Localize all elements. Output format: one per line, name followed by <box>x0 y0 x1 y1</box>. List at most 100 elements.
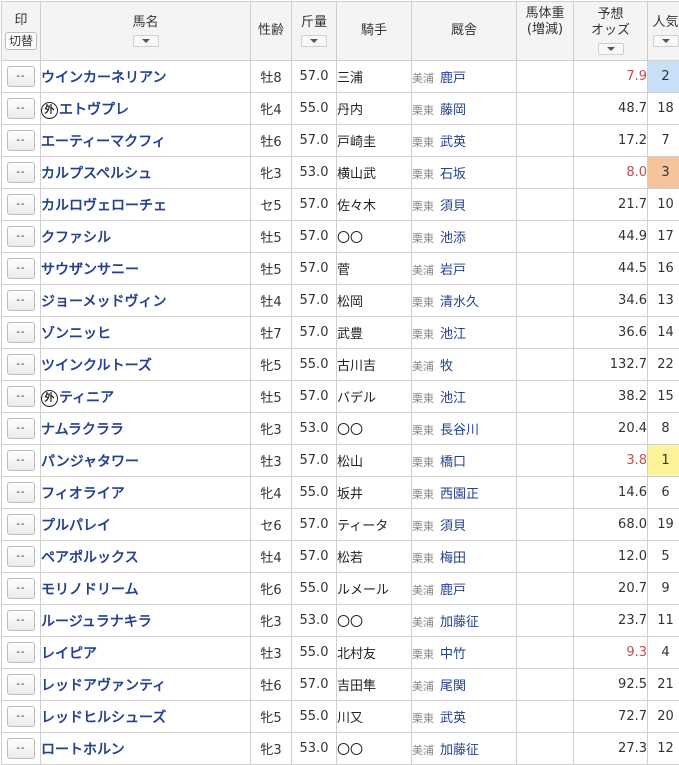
horse-name-link[interactable]: レッドアヴァンティ <box>41 678 166 694</box>
mark-select-button[interactable]: -- <box>7 354 35 375</box>
stable-region: 栗東 <box>412 232 434 245</box>
odds-cell: 38.2 <box>574 381 648 413</box>
jockey-cell: 丹内 <box>337 93 412 125</box>
mark-select-button[interactable]: -- <box>7 418 35 439</box>
table-row: --外ティニア牡557.0バデル栗東池江38.215 <box>2 381 679 413</box>
table-row: --外エトヴプレ牝455.0丹内栗東藤岡48.718 <box>2 93 679 125</box>
horse-name-link[interactable]: プルパレイ <box>41 518 111 534</box>
stable-region: 栗東 <box>412 456 434 469</box>
horse-name-link[interactable]: クファシル <box>41 230 111 246</box>
sexage-cell: 牝3 <box>251 605 292 637</box>
stable-cell: 美浦牧 <box>412 349 517 381</box>
mark-select-button[interactable]: -- <box>7 578 35 599</box>
mark-select-button[interactable]: -- <box>7 642 35 663</box>
horse-name-cell: レッドアヴァンティ <box>41 669 251 701</box>
horse-name-link[interactable]: カルロヴェローチェ <box>41 198 167 214</box>
horse-name-cell: レイピア <box>41 637 251 669</box>
stable-region: 美浦 <box>412 72 434 85</box>
stable-region: 美浦 <box>412 616 434 629</box>
mark-select-button[interactable]: -- <box>7 450 35 471</box>
mark-select-button[interactable]: -- <box>7 610 35 631</box>
mark-header-label: 印 <box>14 13 27 29</box>
jockey-cell: 菅 <box>337 253 412 285</box>
horse-name-cell: ナムラクララ <box>41 413 251 445</box>
mark-select-button[interactable]: -- <box>7 706 35 727</box>
weight-sort-chevron-down-icon[interactable] <box>301 35 327 47</box>
stable-region: 美浦 <box>412 264 434 277</box>
horse-name-cell: ロートホルン <box>41 733 251 765</box>
sexage-cell: 牡8 <box>251 61 292 93</box>
horse-name-cell: ウインカーネリアン <box>41 61 251 93</box>
mark-select-button[interactable]: -- <box>7 514 35 535</box>
stable-cell: 栗東石坂 <box>412 157 517 189</box>
jockey-cell: バデル <box>337 381 412 413</box>
horse-name-link[interactable]: レイピア <box>41 646 97 662</box>
jockey-cell: 横山武 <box>337 157 412 189</box>
stable-cell: 美浦加藤征 <box>412 733 517 765</box>
mark-select-button[interactable]: -- <box>7 130 35 151</box>
mark-cell: -- <box>2 381 41 413</box>
popularity-cell: 21 <box>648 669 679 701</box>
mark-cell: -- <box>2 509 41 541</box>
horse-name-link[interactable]: フィオライア <box>41 486 125 502</box>
trainer-name: 清水久 <box>440 295 479 310</box>
jockey-name: ティータ <box>337 519 388 534</box>
stable-region: 栗東 <box>412 296 434 309</box>
popularity-cell: 16 <box>648 253 679 285</box>
mark-cell: -- <box>2 701 41 733</box>
jockey-column-header: 騎手 <box>337 2 412 61</box>
horse-name-link[interactable]: サウザンサニー <box>41 262 139 278</box>
mark-select-button[interactable]: -- <box>7 162 35 183</box>
sexage-cell: 牡6 <box>251 125 292 157</box>
mark-select-button[interactable]: -- <box>7 546 35 567</box>
name-sort-chevron-down-icon[interactable] <box>133 35 159 47</box>
mark-select-button[interactable]: -- <box>7 290 35 311</box>
sexage-cell: 牝5 <box>251 701 292 733</box>
horse-name-link[interactable]: ツインクルトーズ <box>41 358 152 374</box>
odds-cell: 12.0 <box>574 541 648 573</box>
horse-name-link[interactable]: ゾンニッヒ <box>41 326 111 342</box>
horse-name-link[interactable]: ルージュラナキラ <box>41 614 152 630</box>
horse-name-link[interactable]: カルプスペルシュ <box>41 166 152 182</box>
stable-region: 栗東 <box>412 520 434 533</box>
mark-select-button[interactable]: -- <box>7 98 35 119</box>
mark-cell: -- <box>2 413 41 445</box>
popularity-sort-chevron-down-icon[interactable] <box>653 35 679 47</box>
horse-name-link[interactable]: エトヴプレ <box>59 102 129 118</box>
horse-name-link[interactable]: モリノドリーム <box>41 582 139 598</box>
stable-region: 栗東 <box>412 424 434 437</box>
horse-name-link[interactable]: エーティーマクフィ <box>41 134 166 150</box>
horse-name-link[interactable]: ナムラクララ <box>41 422 124 438</box>
horse-name-link[interactable]: パンジャタワー <box>41 454 139 470</box>
sexage-cell: 牡7 <box>251 317 292 349</box>
bodyweight-cell <box>517 541 574 573</box>
weight-cell: 57.0 <box>292 61 337 93</box>
horse-name-link[interactable]: ロートホルン <box>41 742 125 758</box>
weight-cell: 57.0 <box>292 509 337 541</box>
horse-name-link[interactable]: ペアポルックス <box>41 550 139 566</box>
stable-cell: 美浦鹿戸 <box>412 61 517 93</box>
mark-select-button[interactable]: -- <box>7 258 35 279</box>
horse-name-link[interactable]: ジョーメッドヴィン <box>41 294 166 310</box>
mark-select-button[interactable]: -- <box>7 66 35 87</box>
mark-select-button[interactable]: -- <box>7 738 35 759</box>
table-row: --レイピア牡355.0北村友栗東中竹9.34 <box>2 637 679 669</box>
mark-switch-button[interactable]: 切替 <box>5 32 37 50</box>
horse-name-link[interactable]: レッドヒルシューズ <box>41 710 166 726</box>
table-row: --ウインカーネリアン牡857.0三浦美浦鹿戸7.92 <box>2 61 679 93</box>
mark-select-button[interactable]: -- <box>7 226 35 247</box>
mark-select-button[interactable]: -- <box>7 322 35 343</box>
bodyweight-cell <box>517 189 574 221</box>
stable-region: 栗東 <box>412 136 434 149</box>
mark-select-button[interactable]: -- <box>7 386 35 407</box>
horse-name-link[interactable]: ウインカーネリアン <box>41 70 166 86</box>
mark-select-button[interactable]: -- <box>7 674 35 695</box>
mark-select-button[interactable]: -- <box>7 194 35 215</box>
odds-sort-chevron-down-icon[interactable] <box>598 43 624 55</box>
popularity-cell: 11 <box>648 605 679 637</box>
popularity-cell: 6 <box>648 477 679 509</box>
jockey-cell: 松山 <box>337 445 412 477</box>
mark-select-button[interactable]: -- <box>7 482 35 503</box>
horse-name-link[interactable]: ティニア <box>59 390 114 406</box>
trainer-name: 鹿戸 <box>440 583 466 598</box>
